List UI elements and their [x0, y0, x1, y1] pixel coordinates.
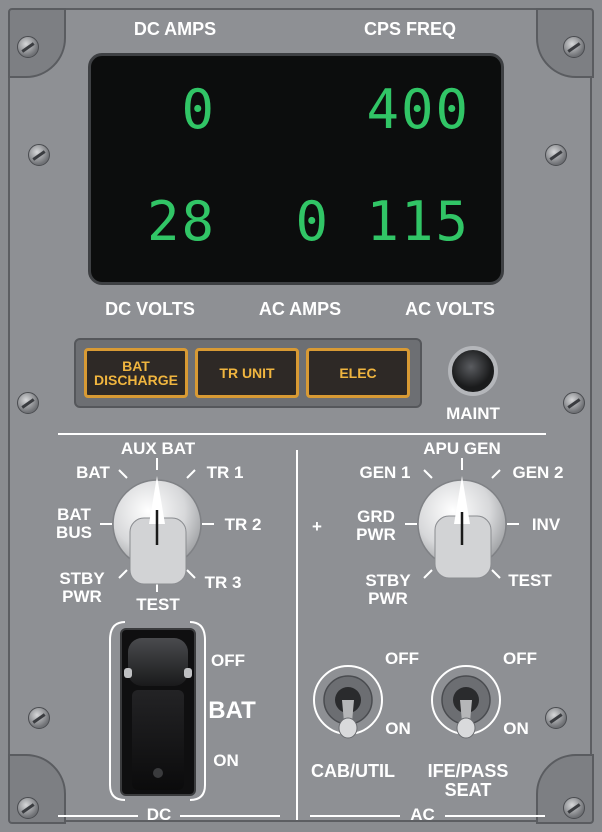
ife-pass-seat-toggle[interactable]: [432, 666, 500, 740]
dc-pos-aux-bat: AUX BAT: [120, 439, 196, 458]
ac-pos-stby-pwr: STBY PWR: [358, 572, 418, 608]
bat-switch-rivet-icon: [184, 668, 192, 678]
ac-selector-knob-control[interactable]: [418, 480, 506, 578]
bat-switch[interactable]: [120, 628, 196, 796]
cab-util-on: ON: [385, 719, 411, 738]
dc-pos-stby-pwr-line2: PWR: [62, 586, 102, 606]
bat-switch-guard: [128, 638, 188, 686]
cab-util-off: OFF: [385, 649, 419, 668]
dc-pos-bat-bus-line1: BAT: [57, 505, 91, 524]
ac-pos-apu-gen: APU GEN: [423, 439, 501, 458]
dc-pos-tr1: TR 1: [206, 463, 244, 482]
bat-switch-rivet-icon: [124, 668, 132, 678]
ac-pos-grd-pwr: GRD PWR: [348, 508, 404, 544]
cab-util-toggle[interactable]: [314, 666, 382, 740]
dc-pos-tr2: TR 2: [224, 515, 262, 534]
ac-pos-stby-pwr-line2: PWR: [368, 588, 408, 608]
bat-switch-off: OFF: [211, 651, 245, 670]
ac-pos-gen2: GEN 2: [512, 463, 564, 482]
ife-pass-off: OFF: [503, 649, 537, 668]
cab-util-label: CAB/UTIL: [311, 761, 395, 781]
ac-plus-sign: +: [312, 517, 322, 536]
ac-pos-inv: INV: [531, 515, 561, 534]
bat-switch-on: ON: [213, 751, 239, 770]
ife-pass-on: ON: [503, 719, 529, 738]
dc-pos-bat-bus: BAT BUS: [48, 506, 100, 542]
ife-pass-seat-line2: SEAT: [444, 779, 492, 800]
ac-pos-grd-pwr-line2: PWR: [356, 524, 396, 544]
dc-pos-bat-bus-line2: BUS: [56, 522, 92, 542]
ife-pass-seat-line1: IFE/PASS: [427, 761, 509, 781]
dc-pos-test: TEST: [136, 595, 180, 614]
ac-pos-stby-pwr-line1: STBY: [365, 571, 411, 590]
dc-pos-tr3: TR 3: [204, 573, 242, 592]
ac-pos-test: TEST: [508, 571, 552, 590]
electrical-panel: DC AMPS CPS FREQ 0 400 28 0 115 DC VOLTS…: [0, 0, 602, 832]
dc-selector-knob-control[interactable]: [113, 480, 201, 584]
dc-pos-stby-pwr-line1: STBY: [59, 569, 105, 588]
ac-pos-gen1: GEN 1: [359, 463, 411, 482]
bat-switch-pin-icon: [153, 768, 163, 778]
dc-pos-bat: BAT: [76, 463, 110, 482]
ac-pos-grd-pwr-line1: GRD: [357, 507, 395, 526]
ife-pass-seat-label: IFE/PASS SEAT: [418, 762, 518, 800]
knob-graphics: [100, 458, 519, 801]
bat-switch-label: BAT: [208, 697, 256, 724]
dc-pos-stby-pwr: STBY PWR: [52, 570, 112, 606]
